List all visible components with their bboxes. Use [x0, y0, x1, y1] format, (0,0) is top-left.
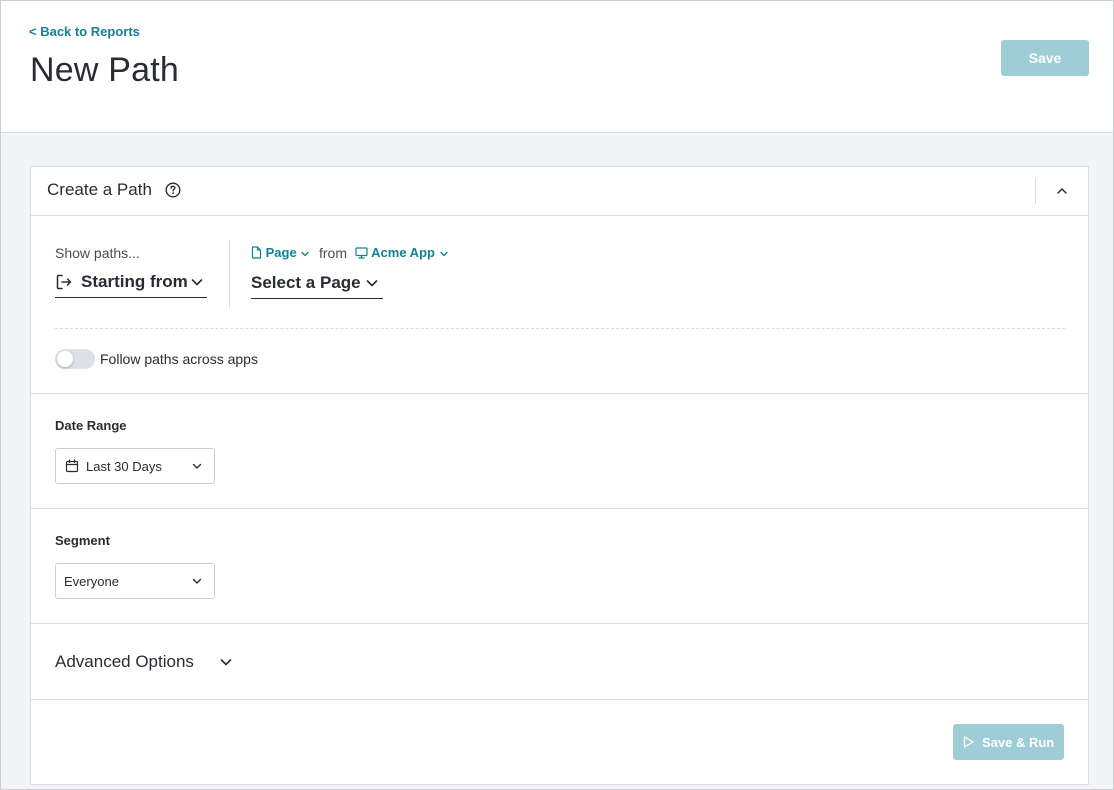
chevron-down-icon [192, 463, 202, 469]
segment-label: Segment [55, 533, 110, 548]
section-divider [31, 623, 1088, 624]
back-to-reports-link[interactable]: < Back to Reports [29, 24, 140, 39]
create-path-card: Create a Path Show paths... Starting fro… [30, 166, 1089, 785]
show-paths-label: Show paths... [55, 245, 140, 261]
source-type-value: Page [265, 245, 297, 260]
source-type-select[interactable]: Page [251, 245, 310, 260]
chevron-down-icon [301, 251, 310, 257]
segment-select[interactable]: Everyone [55, 563, 215, 599]
section-divider [31, 393, 1088, 394]
date-range-label: Date Range [55, 418, 127, 433]
date-range-select[interactable]: Last 30 Days [55, 448, 215, 484]
direction-select[interactable]: Starting from [55, 272, 207, 298]
header-divider [1035, 179, 1036, 204]
chevron-down-icon [439, 251, 448, 257]
calendar-icon [65, 459, 79, 473]
chevron-up-icon[interactable] [1052, 181, 1072, 201]
question-circle-icon[interactable] [165, 182, 181, 198]
file-icon [251, 246, 262, 259]
sign-out-icon [56, 274, 72, 290]
save-button[interactable]: Save [1001, 40, 1089, 76]
chevron-down-icon [191, 279, 203, 286]
app-frame: < Back to Reports New Path Save Create a… [0, 0, 1114, 790]
save-and-run-button[interactable]: Save & Run [953, 724, 1064, 760]
direction-value: Starting from [81, 272, 188, 291]
chevron-down-icon [366, 280, 378, 287]
monitor-icon [355, 247, 368, 259]
follow-paths-label: Follow paths across apps [100, 351, 258, 367]
section-divider [31, 508, 1088, 509]
section-divider [31, 699, 1088, 700]
from-text: from [319, 245, 347, 261]
app-select[interactable]: Acme App [355, 245, 449, 260]
segment-value: Everyone [64, 574, 119, 589]
advanced-options-label: Advanced Options [55, 652, 194, 671]
card-title: Create a Path [47, 180, 152, 199]
page-select-value: Select a Page [251, 273, 361, 292]
app-name: Acme App [371, 245, 435, 260]
toggle-knob [57, 351, 73, 367]
card-header: Create a Path [31, 167, 1088, 216]
save-and-run-label: Save & Run [982, 735, 1055, 750]
follow-paths-toggle[interactable] [55, 349, 95, 369]
dashed-divider [55, 328, 1065, 329]
page-header: < Back to Reports New Path Save [1, 1, 1113, 133]
chevron-down-icon [192, 578, 202, 584]
vertical-divider [229, 240, 230, 308]
date-range-value: Last 30 Days [86, 459, 162, 474]
page-select[interactable]: Select a Page [251, 273, 383, 299]
page-title: New Path [30, 51, 180, 89]
play-icon [963, 736, 974, 748]
chevron-down-icon [220, 659, 232, 666]
